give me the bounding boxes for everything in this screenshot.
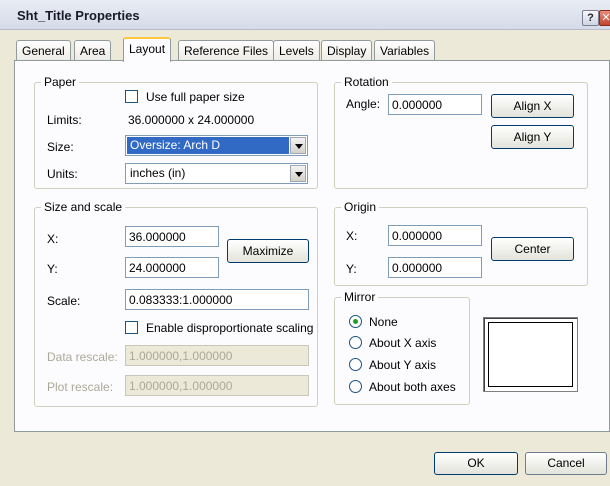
- limits-label: Limits:: [47, 113, 82, 127]
- full-paper-checkbox[interactable]: [125, 90, 138, 103]
- chevron-down-icon[interactable]: [290, 165, 306, 182]
- origin-group-label: Origin: [341, 200, 380, 214]
- angle-label: Angle:: [346, 97, 381, 111]
- mirror-x-radio[interactable]: [349, 336, 362, 349]
- origin-x-label: X:: [346, 229, 358, 243]
- center-button[interactable]: Center: [491, 237, 574, 261]
- y-label: Y:: [47, 262, 58, 276]
- mirror-preview-frame: [488, 322, 573, 387]
- mirror-both-label: About both axes: [369, 380, 456, 394]
- disproportionate-scaling-checkbox[interactable]: [125, 321, 138, 334]
- chevron-down-icon[interactable]: [290, 137, 306, 154]
- limits-value: 36.000000 x 24.000000: [128, 113, 255, 127]
- size-y-input[interactable]: 24.000000: [125, 257, 219, 278]
- mirror-none-label: None: [369, 315, 398, 329]
- align-y-button[interactable]: Align Y: [491, 125, 574, 149]
- cancel-button[interactable]: Cancel: [525, 452, 607, 475]
- size-label: Size:: [47, 140, 74, 154]
- scale-input[interactable]: 0.083333:1.000000: [125, 289, 309, 310]
- rotation-group-label: Rotation: [341, 75, 392, 89]
- mirror-y-label: About Y axis: [369, 358, 436, 372]
- origin-y-label: Y:: [346, 262, 357, 276]
- units-label: Units:: [47, 167, 78, 181]
- units-select-value: inches (in): [130, 166, 186, 180]
- mirror-x-label: About X axis: [369, 336, 437, 350]
- mirror-both-radio[interactable]: [349, 380, 362, 393]
- x-label: X:: [47, 232, 59, 246]
- size-x-input[interactable]: 36.000000: [125, 226, 219, 247]
- angle-input[interactable]: 0.000000: [388, 94, 482, 115]
- plot-rescale-label: Plot rescale:: [47, 380, 114, 394]
- size-select[interactable]: Oversize: Arch D: [125, 135, 308, 156]
- mirror-preview: [483, 317, 578, 392]
- origin-y-input[interactable]: 0.000000: [388, 257, 482, 278]
- disproportionate-scaling-label: Enable disproportionate scaling: [146, 321, 314, 335]
- ok-button[interactable]: OK: [434, 452, 518, 475]
- origin-x-input[interactable]: 0.000000: [388, 225, 482, 246]
- size-scale-group-label: Size and scale: [41, 200, 126, 214]
- mirror-y-radio[interactable]: [349, 358, 362, 371]
- size-select-value: Oversize: Arch D: [127, 137, 289, 154]
- mirror-group-label: Mirror: [341, 290, 379, 304]
- plot-rescale-input: 1.000000,1.000000: [125, 375, 309, 396]
- data-rescale-input: 1.000000,1.000000: [125, 345, 309, 366]
- data-rescale-label: Data rescale:: [47, 350, 118, 364]
- align-x-button[interactable]: Align X: [491, 94, 574, 118]
- paper-group-label: Paper: [41, 75, 80, 89]
- mirror-none-radio[interactable]: [349, 315, 362, 328]
- scale-label: Scale:: [47, 294, 81, 308]
- maximize-button[interactable]: Maximize: [227, 239, 309, 263]
- full-paper-label: Use full paper size: [146, 90, 245, 104]
- units-select[interactable]: inches (in): [125, 163, 308, 184]
